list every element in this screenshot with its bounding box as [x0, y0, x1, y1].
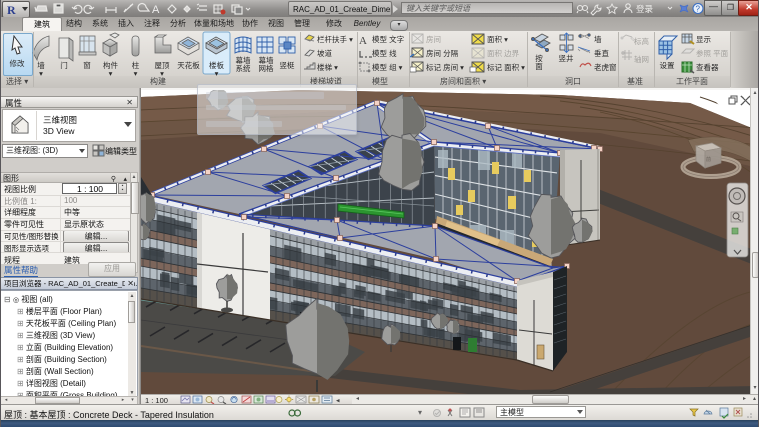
svg-text:A: A — [359, 35, 367, 47]
svg-text:登录: 登录 — [636, 4, 654, 14]
svg-text:?: ? — [696, 5, 701, 14]
svg-text:前: 前 — [706, 156, 711, 163]
svg-text:A: A — [152, 4, 160, 16]
